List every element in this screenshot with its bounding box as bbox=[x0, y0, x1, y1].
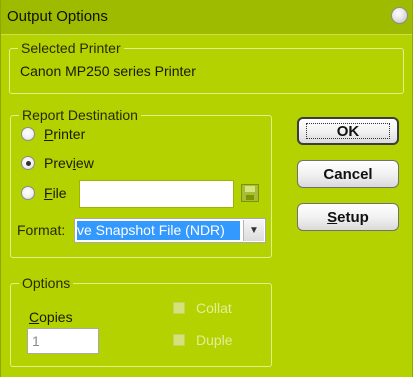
format-dropdown[interactable]: ve Snapshot File (NDR) ▼ bbox=[74, 218, 266, 243]
duplex-checkbox-row[interactable]: Duplex bbox=[173, 332, 232, 348]
printer-name: Canon MP250 series Printer bbox=[20, 63, 196, 79]
selected-printer-legend: Selected Printer bbox=[18, 40, 124, 56]
cancel-button[interactable]: Cancel bbox=[297, 160, 399, 188]
radio-printer[interactable]: Printer bbox=[21, 125, 85, 143]
report-destination-group: Report Destination Printer Preview File … bbox=[10, 107, 272, 258]
radio-button-icon[interactable] bbox=[21, 127, 35, 141]
selected-printer-group: Selected Printer Canon MP250 series Prin… bbox=[9, 40, 404, 94]
window-title: Output Options bbox=[7, 8, 108, 25]
title-bar[interactable]: Output Options bbox=[1, 0, 412, 35]
setup-button[interactable]: Setup bbox=[297, 203, 399, 231]
output-options-dialog: Output Options Selected Printer Canon MP… bbox=[0, 0, 413, 377]
circle-orb-icon[interactable] bbox=[391, 7, 408, 24]
duplex-checkbox[interactable] bbox=[173, 334, 185, 346]
collate-checkbox-row[interactable]: Collate bbox=[173, 300, 232, 316]
radio-preview[interactable]: Preview bbox=[21, 154, 94, 172]
report-destination-legend: Report Destination bbox=[19, 107, 141, 123]
floppy-disk-icon[interactable] bbox=[239, 182, 261, 204]
radio-preview-label: Preview bbox=[44, 155, 94, 171]
radio-file-label: File bbox=[44, 185, 67, 201]
cancel-button-label: Cancel bbox=[323, 165, 373, 183]
copies-label: Copies bbox=[29, 309, 73, 325]
duplex-label: Duplex bbox=[196, 332, 232, 348]
radio-button-checked-icon[interactable] bbox=[21, 156, 35, 170]
triangle-down-icon[interactable]: ▼ bbox=[243, 220, 264, 241]
format-label: Format: bbox=[17, 222, 66, 238]
setup-button-label: Setup bbox=[327, 208, 369, 226]
radio-file[interactable]: File bbox=[21, 184, 67, 202]
format-selected-value: ve Snapshot File (NDR) bbox=[77, 221, 240, 240]
ok-button[interactable]: OK bbox=[297, 117, 399, 145]
radio-button-icon[interactable] bbox=[21, 186, 35, 200]
options-legend: Options bbox=[19, 275, 74, 291]
copies-input[interactable] bbox=[27, 328, 99, 354]
collate-checkbox[interactable] bbox=[173, 302, 185, 314]
collate-label: Collate bbox=[196, 300, 232, 316]
radio-printer-label: Printer bbox=[44, 126, 86, 142]
file-path-input[interactable] bbox=[79, 180, 234, 208]
options-group: Options Copies Collate Duplex bbox=[10, 275, 272, 367]
ok-button-label: OK bbox=[336, 122, 360, 140]
